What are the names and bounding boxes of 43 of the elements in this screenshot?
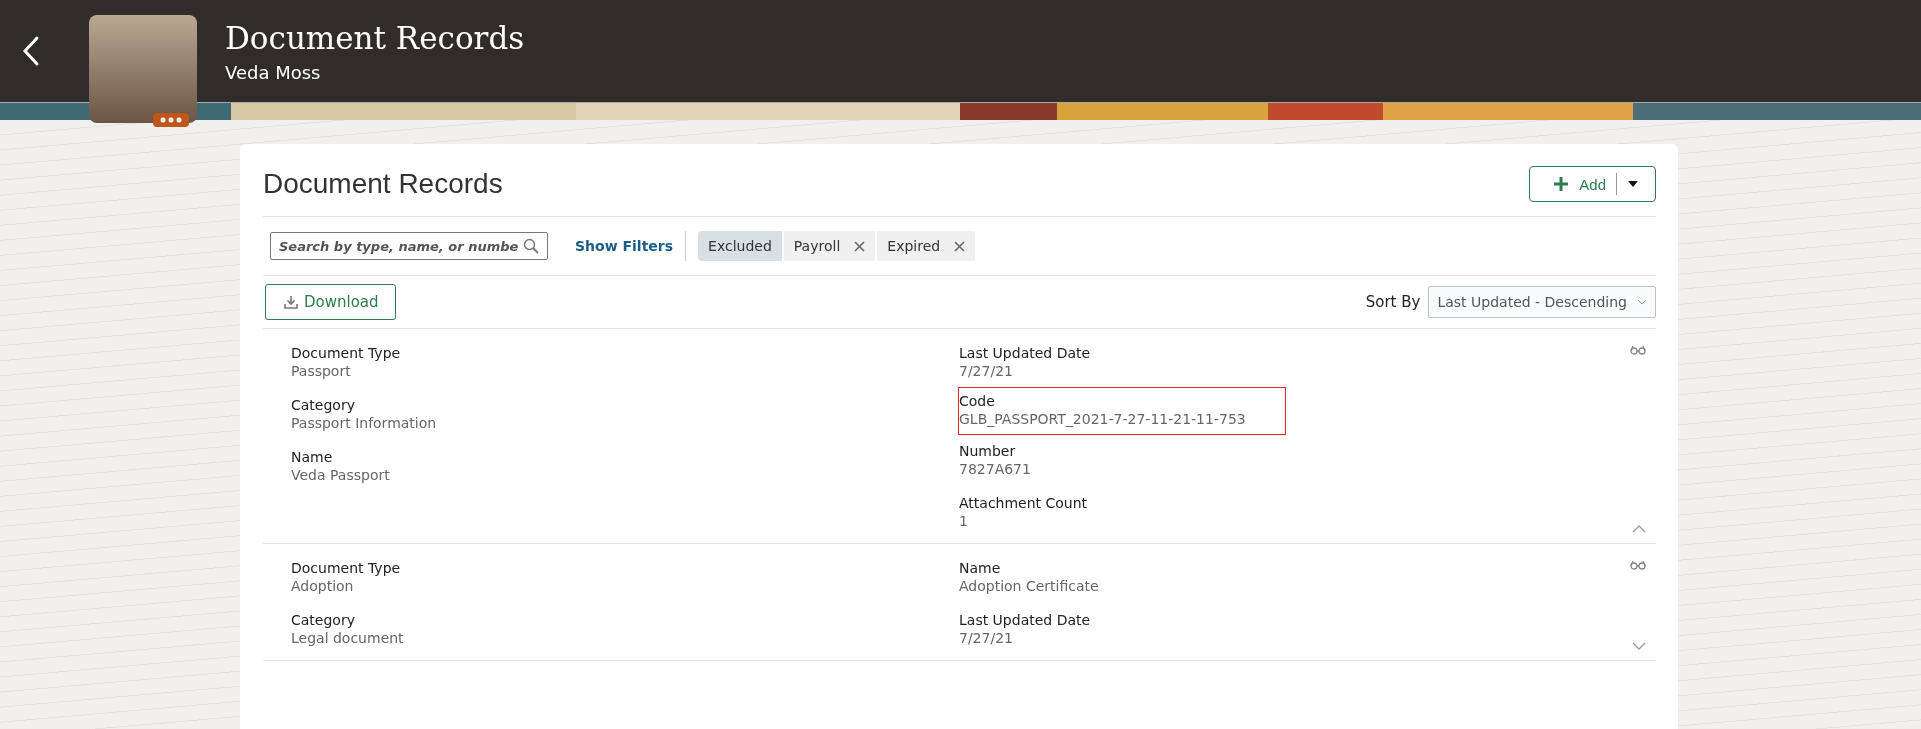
chevron-up-icon[interactable] <box>1632 525 1646 533</box>
more-icon[interactable] <box>153 113 189 127</box>
search-field[interactable]: Search by type, name, or numbe <box>270 232 548 260</box>
sort-dropdown[interactable]: Last Updated - Descending <box>1428 286 1656 318</box>
field-value: 1 <box>959 512 969 530</box>
field-value: Veda Passport <box>291 466 391 484</box>
field-value: 7/27/21 <box>959 629 1014 647</box>
field-value: GLB_PASSPORT_2021-7-27-11-21-11-753 <box>959 410 1247 428</box>
field-value: 7/27/21 <box>959 362 1014 380</box>
caret-icon[interactable] <box>1627 180 1639 188</box>
field-label: Category <box>291 611 356 629</box>
sort-label: Sort By <box>1365 293 1421 311</box>
field-label: Document Type <box>291 559 402 577</box>
chevron-down-icon <box>1637 299 1647 305</box>
chevron-down-icon[interactable] <box>1632 642 1646 650</box>
glasses-icon[interactable] <box>1630 560 1646 570</box>
field-value: Adoption <box>291 577 355 595</box>
search-icon <box>523 238 539 254</box>
card-title: Document Records <box>263 167 503 200</box>
filter-label: Excluded <box>698 231 782 261</box>
field-label: Number <box>959 442 1017 460</box>
page-title: Document Records <box>225 19 525 56</box>
plus-icon <box>1553 176 1570 192</box>
field-label: Code <box>959 392 996 410</box>
show-filters-link[interactable]: Show Filters <box>575 238 674 254</box>
glasses-icon[interactable] <box>1630 345 1646 355</box>
back-icon[interactable] <box>22 35 40 67</box>
field-label: Category <box>291 396 356 414</box>
field-label: Document Type <box>291 344 402 362</box>
field-label: Name <box>959 559 1002 577</box>
field-value: Passport Information <box>291 414 438 432</box>
download-icon <box>284 295 298 309</box>
field-label: Attachment Count <box>959 494 1089 512</box>
field-value: Legal document <box>291 629 405 647</box>
field-value: Passport <box>291 362 352 380</box>
person-name: Veda Moss <box>225 61 322 83</box>
field-label: Last Updated Date <box>959 344 1092 362</box>
field-label: Last Updated Date <box>959 611 1092 629</box>
field-value: Adoption Certificate <box>959 577 1100 595</box>
download-button[interactable]: Download <box>265 284 396 320</box>
add-button[interactable]: Add <box>1529 166 1656 202</box>
field-label: Name <box>291 448 334 466</box>
field-value: 7827A671 <box>959 460 1032 478</box>
